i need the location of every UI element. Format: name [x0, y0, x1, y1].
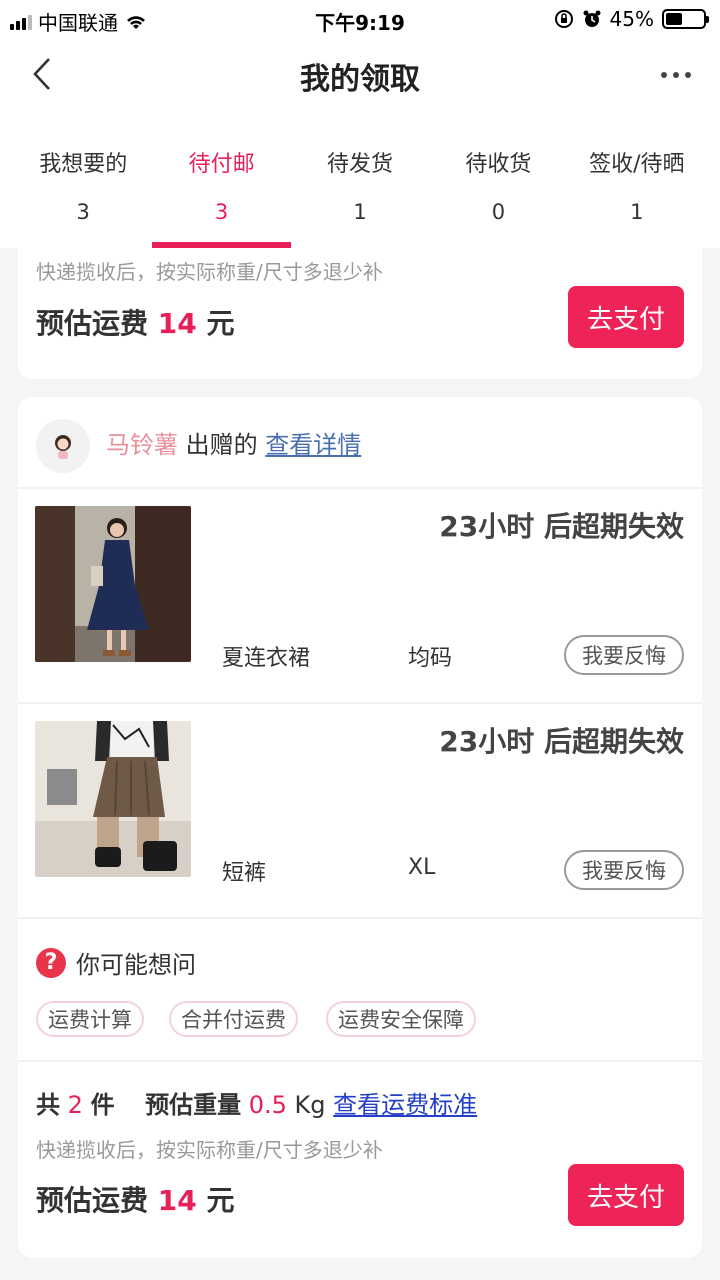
product-image-shorts[interactable]	[35, 721, 191, 877]
tab-count: 3	[76, 200, 90, 224]
weight-label: 预估重量	[145, 1091, 242, 1119]
battery-fill	[666, 13, 683, 25]
page-title: 我的领取	[300, 62, 420, 97]
more-dot	[685, 72, 691, 78]
weight-note: 快递揽收后，按实际称重/尺寸多退少补	[36, 1138, 383, 1162]
tab-bar: 我想要的 3 待付邮 3 待发货 1 待收货 0 签收/待晒 1	[14, 146, 706, 248]
weight-unit: Kg	[294, 1091, 326, 1119]
faq-section-title: ? 你可能想问	[36, 945, 196, 980]
tab-pending-receipt[interactable]: 待收货 0	[429, 146, 567, 248]
regret-button[interactable]: 我要反悔	[564, 635, 684, 675]
divider	[18, 487, 702, 489]
fee-prefix: 预估运费	[36, 1184, 149, 1217]
pay-button[interactable]: 去支付	[568, 286, 684, 348]
tab-label: 待收货	[465, 152, 532, 177]
tab-count: 1	[353, 200, 367, 224]
fee-unit: 元	[206, 307, 235, 340]
divider	[18, 917, 702, 919]
giver-suffix: 出赠的	[185, 431, 258, 459]
tab-count: 3	[214, 200, 229, 224]
tab-pending-shipping-fee[interactable]: 待付邮 3	[152, 146, 291, 248]
item-name: 短裤	[222, 861, 267, 886]
giver-name[interactable]: 马铃薯	[106, 431, 178, 459]
battery-icon	[662, 9, 709, 29]
item-name: 夏连衣裙	[222, 646, 311, 671]
giver-line: 马铃薯 出赠的 查看详情	[106, 425, 361, 460]
fee-unit: 元	[206, 1184, 235, 1217]
status-right: 45%	[554, 7, 709, 31]
battery-percent: 45%	[609, 7, 654, 31]
avatar-girl-icon	[55, 435, 71, 459]
order-card: 马铃薯 出赠的 查看详情 23小时 后超期失效 夏连衣裙 均码 我要反悔 23小…	[18, 397, 702, 1258]
shorts-photo	[35, 721, 191, 877]
tab-label: 待发货	[327, 152, 394, 177]
status-bar: 中国联通 下午9:19 45%	[0, 0, 720, 38]
weight-note: 快递揽收后，按实际称重/尺寸多退少补	[36, 260, 383, 284]
more-button[interactable]	[656, 60, 696, 90]
faq-title: 你可能想问	[76, 951, 196, 979]
more-dot	[673, 72, 679, 78]
divider	[18, 1060, 702, 1062]
avatar[interactable]	[36, 419, 90, 473]
order-summary: 共 2 件 预估重量 0.5 Kg 查看运费标准	[36, 1085, 477, 1120]
alarm-icon	[583, 10, 601, 27]
more-dot	[661, 72, 667, 78]
tab-count: 0	[491, 200, 506, 224]
order-card-previous: 快递揽收后，按实际称重/尺寸多退少补 预估运费 14 元 去支付	[18, 248, 702, 379]
fee-amount: 14	[157, 1184, 197, 1217]
product-image-dress[interactable]	[35, 506, 191, 662]
header: 我的领取 我想要的 3 待付邮 3 待发货 1 待收货 0 签收/待晒 1	[0, 38, 720, 248]
divider	[18, 702, 702, 704]
total-prefix: 共	[36, 1091, 60, 1119]
estimated-fee: 预估运费 14 元	[36, 302, 235, 342]
tab-wanted[interactable]: 我想要的 3	[14, 146, 152, 248]
item-size: XL	[408, 855, 436, 880]
expire-countdown: 23小时 后超期失效	[439, 725, 684, 758]
total-count: 2	[67, 1091, 83, 1119]
pay-button[interactable]: 去支付	[568, 1164, 684, 1226]
faq-chip-shipping-guarantee[interactable]: 运费安全保障	[326, 1001, 476, 1037]
faq-chip-merge-shipping[interactable]: 合并付运费	[169, 1001, 298, 1037]
tab-signed-showcase[interactable]: 签收/待晒 1	[568, 146, 706, 248]
fee-prefix: 预估运费	[36, 307, 149, 340]
expire-countdown: 23小时 后超期失效	[439, 510, 684, 543]
item-size: 均码	[408, 646, 453, 671]
weight-value: 0.5	[248, 1091, 287, 1119]
question-icon: ?	[36, 947, 66, 978]
tab-label: 待付邮	[188, 152, 255, 177]
rotation-lock-icon	[554, 10, 573, 28]
view-details-link[interactable]: 查看详情	[265, 431, 361, 459]
fee-amount: 14	[157, 307, 197, 340]
total-unit: 件	[90, 1091, 115, 1119]
tab-pending-dispatch[interactable]: 待发货 1	[291, 146, 429, 248]
faq-chip-shipping-calc[interactable]: 运费计算	[36, 1001, 144, 1037]
tab-label: 签收/待晒	[589, 152, 685, 177]
shipping-standard-link[interactable]: 查看运费标准	[333, 1091, 477, 1119]
dress-photo	[35, 506, 191, 662]
tab-label: 我想要的	[39, 152, 128, 177]
regret-button[interactable]: 我要反悔	[564, 850, 684, 890]
estimated-fee: 预估运费 14 元	[36, 1179, 235, 1219]
tab-count: 1	[630, 200, 644, 224]
